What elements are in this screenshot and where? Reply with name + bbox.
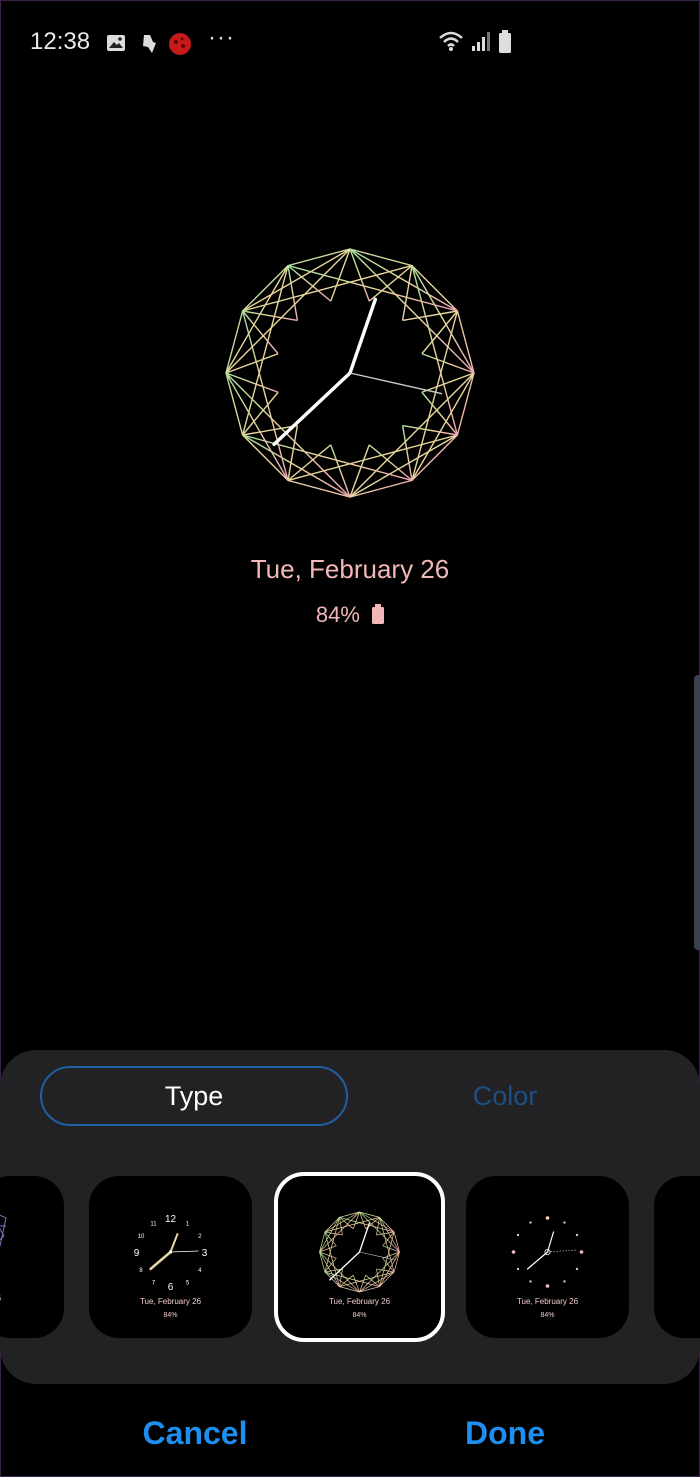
thumbnail-date: Tue, February 26: [328, 1297, 391, 1306]
dots-clock-icon: [511, 1216, 584, 1288]
numeral-8: 8: [139, 1268, 143, 1274]
battery-icon: [499, 30, 511, 53]
signal-icon: [472, 32, 490, 51]
numeral-7: 7: [152, 1280, 156, 1286]
numeral-5: 5: [186, 1280, 190, 1286]
tab-color[interactable]: Color: [362, 1066, 648, 1126]
geometric-clock-face: [225, 248, 475, 498]
clock-thumbnail-dots[interactable]: Tue, February 26 84%: [466, 1176, 629, 1338]
edge-panel-handle[interactable]: [694, 675, 700, 950]
clock-preview: [222, 244, 478, 500]
battery-small-icon: [372, 604, 385, 624]
thumbnail-date: Tue, February 26: [139, 1297, 202, 1306]
battery-percent: 84%: [315, 602, 360, 627]
thumbnail-date: y 26: [0, 1294, 64, 1303]
numeral-3: 3: [202, 1248, 208, 1259]
thumbnail-battery: 84%: [352, 1312, 367, 1319]
thumbnail-battery: 84%: [163, 1312, 178, 1319]
numeral-9: 9: [134, 1248, 140, 1259]
numeral-12: 12: [165, 1214, 177, 1225]
wifi-icon: [439, 31, 463, 51]
ladybug-icon: [169, 33, 191, 55]
tab-type[interactable]: Type: [40, 1066, 348, 1126]
clock-thumbnail-numerals[interactable]: 12 11 1 10 2 9 3 8 4 7 5 6 Tue, February 26 84%: [89, 1176, 252, 1338]
geometric-purple-clock-icon: [0, 1214, 7, 1247]
bixby-icon: [143, 35, 156, 53]
gallery-icon: [107, 35, 125, 51]
status-time: 12:38: [30, 28, 91, 55]
clock-thumbnail-partial-right[interactable]: [654, 1176, 700, 1338]
numeral-10: 10: [138, 1234, 145, 1240]
numeral-clock-icon: 1211 110 29 38 47 56: [134, 1214, 208, 1293]
geometric-clock-icon: [319, 1211, 400, 1293]
numeral-6: 6: [168, 1282, 174, 1293]
status-bar: 12:38 ···: [0, 22, 700, 66]
more-notifications: ···: [208, 24, 235, 51]
numeral-2: 2: [198, 1234, 202, 1240]
numeral-1: 1: [186, 1222, 190, 1228]
clock-thumbnail-partial-left[interactable]: y 26: [0, 1176, 64, 1338]
done-button[interactable]: Done: [405, 1408, 605, 1458]
thumbnail-battery: 84%: [540, 1312, 555, 1319]
numeral-4: 4: [198, 1268, 202, 1274]
clock-thumbnail-geometric[interactable]: Tue, February 26 84%: [274, 1172, 445, 1342]
thumbnail-date: Tue, February 26: [516, 1297, 579, 1306]
numeral-11: 11: [150, 1222, 157, 1228]
preview-battery: 84%: [0, 602, 700, 628]
cancel-button[interactable]: Cancel: [95, 1408, 295, 1458]
preview-date: Tue, February 26: [250, 554, 450, 584]
